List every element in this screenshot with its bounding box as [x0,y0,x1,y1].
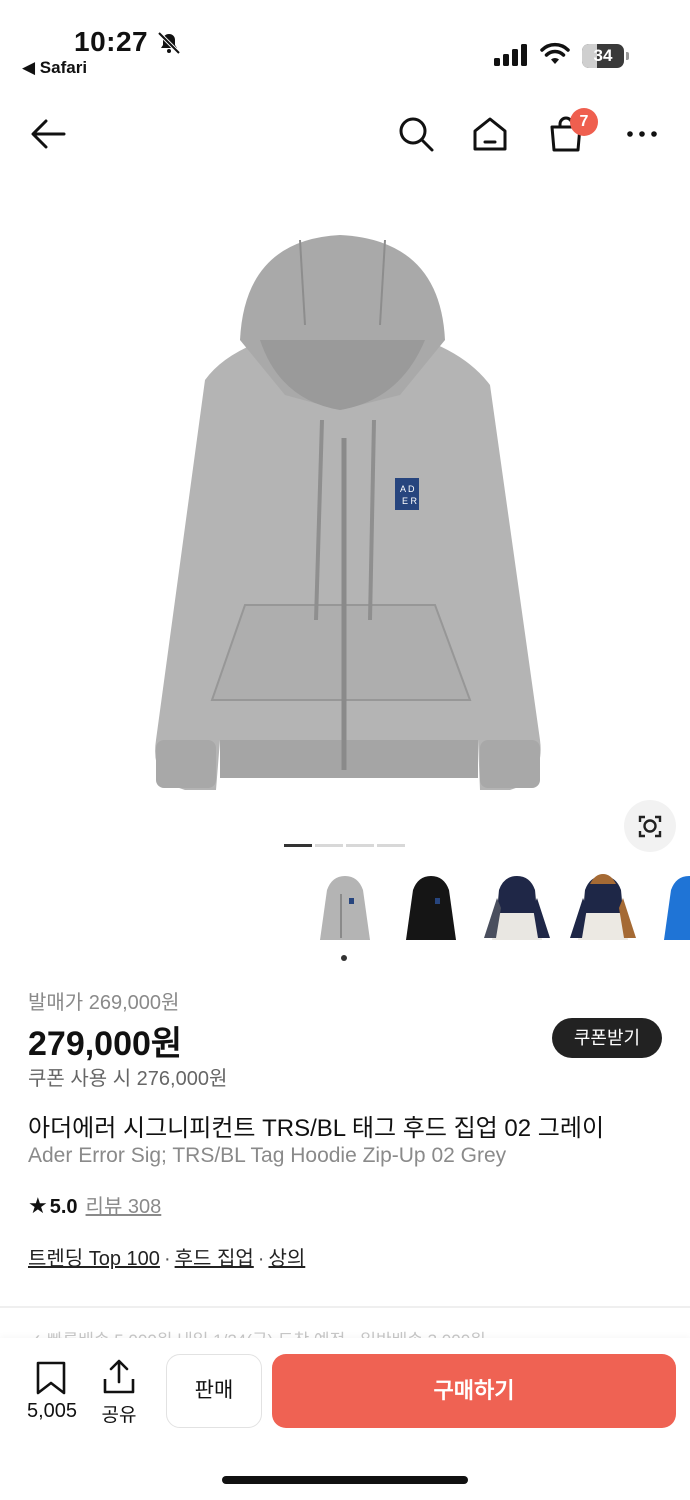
share-label: 공유 [101,1405,137,1426]
thumbnail-brown-colorblock[interactable] [560,868,646,954]
battery-indicator: 34 [582,44,630,68]
tag-hood-zipup[interactable]: 후드 집업 [175,1248,254,1270]
thumbnail-blue[interactable] [646,868,690,954]
pager-dot [346,844,374,847]
pager-dot [284,844,312,847]
section-divider [0,1306,690,1308]
thumbnail-selected-dot [341,955,347,961]
product-image[interactable]: A D E R [0,180,690,830]
category-tags: 트렌딩 Top 100 · 후드 집업 · 상의 [28,1242,305,1271]
svg-text:E R: E R [402,496,418,506]
battery-level: 34 [593,46,613,65]
product-title-korean: 아더에러 시그니피컨트 TRS/BL 태그 후드 집업 02 그레이 [28,1115,605,1142]
image-pager [284,844,408,862]
home-indicator [222,1476,468,1484]
thumbnail-grey[interactable] [302,868,388,954]
rating-score: 5.0 [49,1196,78,1218]
pager-dot [377,844,405,847]
svg-text:A D: A D [400,484,415,494]
wifi-icon [540,42,570,64]
thumbnail-navy-colorblock[interactable] [474,868,560,954]
lens-search-icon [638,815,662,838]
status-time: 10:27 [74,26,149,57]
star-icon: ★ [28,1193,48,1218]
lens-search-button[interactable] [624,800,676,852]
coupon-price: 쿠폰 사용 시 276,000원 [28,1068,228,1090]
retail-price: 발매가 269,000원 [28,992,180,1014]
tag-separator: · [257,1248,265,1270]
rating-row: ★ 5.0 리뷰 308 [28,1190,161,1219]
more-icon[interactable] [622,114,662,154]
thumbnail-black[interactable] [388,868,474,954]
product-title-english: Ader Error Sig; TRS/BL Tag Hoodie Zip-Up… [28,1144,507,1167]
tag-separator: · [163,1248,171,1270]
sell-button[interactable]: 판매 [166,1354,262,1428]
tag-tops[interactable]: 상의 [268,1248,305,1270]
current-price: 279,000원 [28,1025,183,1063]
tag-trending[interactable]: 트렌딩 Top 100 [28,1248,160,1270]
bookmark-icon[interactable] [34,1360,68,1396]
review-link[interactable]: 리뷰 308 [86,1196,162,1218]
get-coupon-button[interactable]: 쿠폰받기 [552,1018,662,1058]
cart-count-badge: 7 [570,108,598,136]
home-icon[interactable] [470,114,510,154]
back-arrow-icon[interactable] [28,114,68,154]
share-icon[interactable] [100,1358,138,1396]
back-to-safari-link[interactable]: ◀ Safari [22,58,87,78]
buy-button[interactable]: 구매하기 [272,1354,676,1428]
bookmark-count: 5,005 [26,1400,78,1422]
cellular-signal-icon [494,44,527,66]
search-icon[interactable] [396,114,436,154]
pager-dot [315,844,343,847]
bell-muted-icon [157,31,181,55]
